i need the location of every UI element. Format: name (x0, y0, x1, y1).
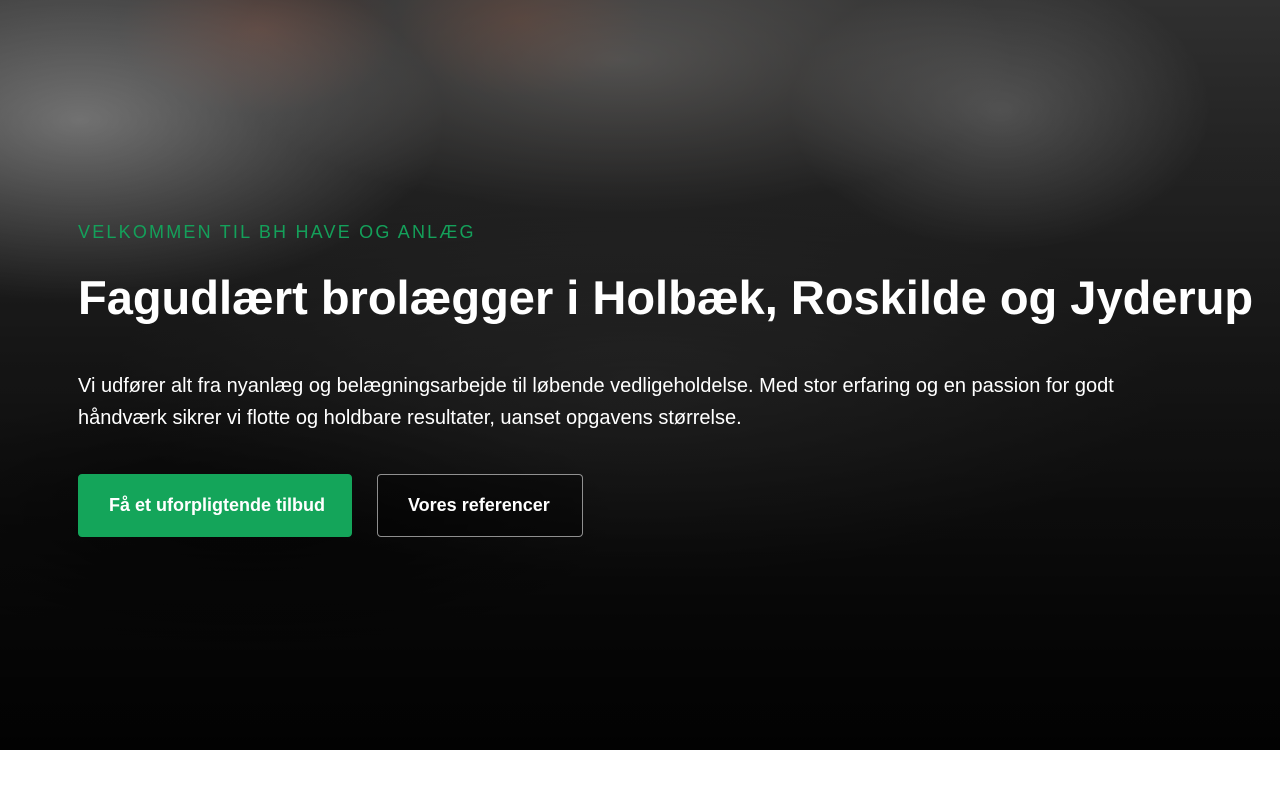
hero-content: VELKOMMEN TIL BH HAVE OG ANLÆG Fagudlært… (78, 218, 1254, 537)
hero-lead-text: Vi udfører alt fra nyanlæg og belægnings… (78, 375, 1114, 429)
hero-section: VELKOMMEN TIL BH HAVE OG ANLÆG Fagudlært… (0, 0, 1280, 750)
hero-headline: Fagudlært brolægger i Holbæk, Roskilde o… (78, 271, 1254, 324)
hero-eyebrow: VELKOMMEN TIL BH HAVE OG ANLÆG (78, 222, 476, 242)
get-quote-button[interactable]: Få et uforpligtende tilbud (78, 474, 352, 537)
references-button[interactable]: Vores referencer (377, 474, 583, 537)
page-below-hero (0, 750, 1280, 800)
hero-actions: Få et uforpligtende tilbud Vores referen… (78, 474, 1202, 537)
